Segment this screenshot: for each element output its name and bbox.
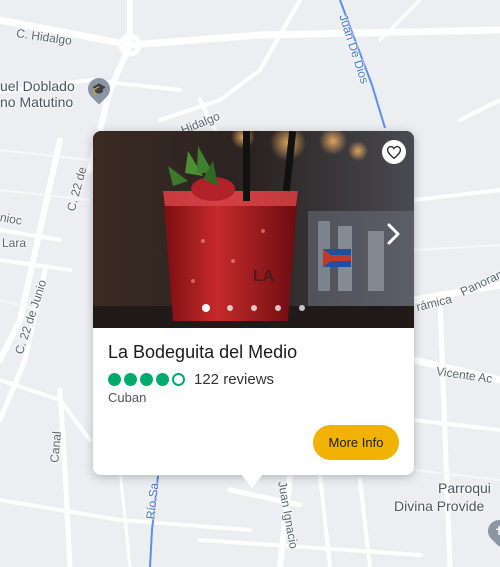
- poi-label-school-1[interactable]: uel Doblado: [0, 78, 75, 94]
- graduation-cap-icon[interactable]: 🎓: [83, 73, 115, 105]
- poi-label-church-2[interactable]: Divina Provide: [394, 498, 484, 514]
- restaurant-info-card[interactable]: LA La Bodeguita del Medio 122 reviews Cu…: [93, 131, 414, 488]
- road-label-canal: Canal: [47, 430, 65, 464]
- card-pointer: [241, 474, 263, 488]
- restaurant-photo[interactable]: LA: [93, 131, 414, 328]
- photo-dot[interactable]: [227, 305, 233, 311]
- rating-bubble-empty: [172, 372, 185, 386]
- rating-row: 122 reviews: [108, 370, 274, 388]
- more-info-button[interactable]: More Info: [313, 425, 399, 460]
- restaurant-title[interactable]: La Bodeguita del Medio: [108, 342, 297, 363]
- cuisine-label: Cuban: [108, 390, 147, 405]
- chevron-right-icon[interactable]: [386, 223, 402, 245]
- road-label-lara: Lara: [2, 236, 27, 250]
- photo-dot[interactable]: [251, 305, 257, 311]
- photo-dot[interactable]: [275, 305, 281, 311]
- poi-label-school-2[interactable]: no Matutino: [0, 94, 73, 110]
- review-count[interactable]: 122 reviews: [194, 371, 274, 388]
- rating-bubble-filled: [156, 372, 169, 386]
- favorite-button[interactable]: [382, 140, 406, 164]
- photo-dot[interactable]: [202, 304, 210, 312]
- rating-bubble-filled: [124, 372, 137, 386]
- heart-icon: [387, 145, 401, 159]
- rating-bubble-filled: [140, 372, 153, 386]
- photo-carousel-dots: [93, 301, 414, 315]
- photo-dot[interactable]: [299, 305, 305, 311]
- svg-text:LA: LA: [253, 268, 275, 285]
- poi-label-church-1[interactable]: Parroqui: [438, 480, 491, 496]
- rating-bubble-filled: [108, 372, 121, 386]
